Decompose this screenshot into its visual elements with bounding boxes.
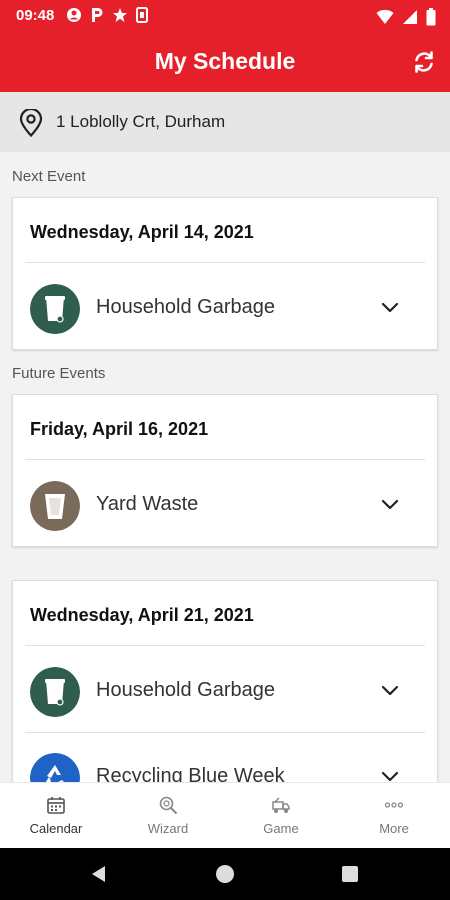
app-bar: My Schedule bbox=[0, 34, 450, 92]
battery-icon bbox=[426, 8, 436, 26]
event-row-household-garbage[interactable]: Household Garbage bbox=[13, 647, 439, 733]
event-card: Wednesday, April 21, 2021 Household Garb… bbox=[12, 580, 438, 782]
nav-item-more[interactable]: More bbox=[338, 783, 450, 849]
chevron-down-icon[interactable] bbox=[381, 685, 399, 697]
yard-waste-bin-icon bbox=[30, 481, 80, 531]
garbage-bin-icon bbox=[30, 667, 80, 717]
search-magnifier-icon bbox=[159, 796, 178, 815]
status-notification-icons bbox=[66, 7, 148, 23]
chevron-down-icon[interactable] bbox=[381, 771, 399, 782]
card-divider bbox=[25, 262, 425, 263]
page-title: My Schedule bbox=[154, 48, 296, 74]
more-dots-icon bbox=[384, 802, 404, 808]
nav-label: Game bbox=[263, 821, 299, 836]
event-label: Yard Waste bbox=[96, 493, 199, 515]
nav-label: More bbox=[379, 821, 409, 836]
address-text: 1 Loblolly Crt, Durham bbox=[56, 112, 226, 131]
bottom-navigation: Calendar Wizard Game More bbox=[0, 782, 450, 849]
garbage-bin-icon bbox=[30, 284, 80, 334]
event-row-recycling-blue-week[interactable]: Recycling Blue Week bbox=[13, 733, 439, 782]
event-row-household-garbage[interactable]: Household Garbage bbox=[13, 264, 439, 350]
event-date: Friday, April 16, 2021 bbox=[30, 419, 209, 439]
recycling-icon bbox=[30, 753, 80, 782]
refresh-icon[interactable] bbox=[412, 50, 436, 74]
back-icon[interactable] bbox=[89, 864, 109, 884]
address-bar[interactable]: 1 Loblolly Crt, Durham bbox=[0, 92, 450, 152]
event-card: Wednesday, April 14, 2021 Household Garb… bbox=[12, 197, 438, 350]
system-navigation-bar bbox=[0, 848, 450, 900]
next-event-heading: Next Event bbox=[12, 168, 86, 185]
star-icon bbox=[113, 8, 127, 22]
card-divider bbox=[25, 459, 425, 460]
future-events-heading: Future Events bbox=[12, 365, 106, 382]
status-system-icons bbox=[376, 8, 436, 26]
nav-label: Calendar bbox=[29, 821, 83, 836]
game-truck-icon bbox=[272, 797, 290, 813]
status-bar: 09:48 bbox=[0, 0, 450, 34]
chevron-down-icon[interactable] bbox=[381, 499, 399, 511]
event-date: Wednesday, April 14, 2021 bbox=[30, 222, 254, 242]
card-divider bbox=[25, 645, 425, 646]
status-time: 09:48 bbox=[16, 7, 55, 24]
chevron-down-icon[interactable] bbox=[381, 302, 399, 314]
parking-icon bbox=[92, 8, 103, 22]
sim-card-icon bbox=[136, 7, 148, 23]
nav-item-game[interactable]: Game bbox=[225, 783, 337, 849]
nav-item-wizard[interactable]: Wizard bbox=[112, 783, 224, 849]
signal-icon bbox=[403, 10, 417, 24]
calendar-icon bbox=[47, 797, 65, 814]
schedule-list[interactable]: Next Event Wednesday, April 14, 2021 Hou… bbox=[0, 152, 450, 782]
event-row-yard-waste[interactable]: Yard Waste bbox=[13, 461, 439, 547]
event-card: Friday, April 16, 2021 Yard Waste bbox=[12, 394, 438, 547]
location-pin-icon bbox=[19, 109, 43, 137]
nav-item-calendar[interactable]: Calendar bbox=[0, 783, 112, 849]
home-icon[interactable] bbox=[215, 864, 235, 884]
event-label: Household Garbage bbox=[96, 679, 276, 701]
account-icon bbox=[67, 8, 81, 22]
nav-label: Wizard bbox=[147, 821, 189, 836]
event-label: Household Garbage bbox=[96, 296, 276, 318]
event-date: Wednesday, April 21, 2021 bbox=[30, 605, 254, 625]
wifi-icon bbox=[376, 9, 394, 24]
recents-icon[interactable] bbox=[341, 865, 359, 883]
event-label: Recycling Blue Week bbox=[96, 765, 285, 782]
